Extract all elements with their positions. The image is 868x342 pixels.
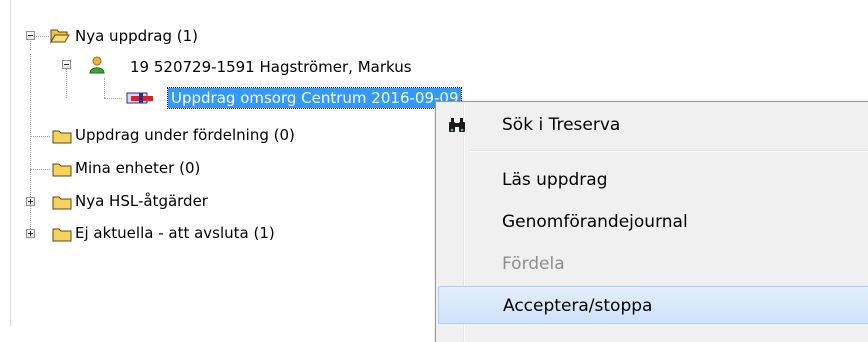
menu-item-fordela: Fördela [438,245,868,283]
menu-item-las-uppdrag[interactable]: Läs uppdrag [438,161,868,199]
tree-connector [30,54,31,233]
folder-icon [52,163,72,177]
menu-separator [470,150,868,152]
open-folder-icon [50,29,70,44]
tree-connector [104,98,122,99]
tree-connector [30,169,50,170]
context-menu: Sök i Treserva Läs uppdrag Genomförandej… [435,101,868,342]
selected-tree-item[interactable]: Uppdrag omsorg Centrum 2016-09-09 [166,87,463,109]
tree-item-label[interactable]: Ej aktuella - att avsluta (1) [75,223,275,243]
folder-icon [52,196,72,210]
menu-item-sok-i-treserva[interactable]: Sök i Treserva [438,106,868,144]
tree-item-label[interactable]: 19 520729-1591 Hagströmer, Markus [130,57,412,77]
tree-item-label[interactable]: Uppdrag under fördelning (0) [75,125,295,145]
tree-item-label[interactable]: Mina enheter (0) [75,158,200,178]
collapse-expander-icon[interactable] [62,60,71,69]
task-card-icon [126,92,153,104]
binoculars-icon [449,118,465,132]
menu-item-label: Genomförandejournal [502,212,688,232]
menu-item-label: Läs uppdrag [502,170,608,190]
menu-item-label: Fördela [502,254,565,274]
expand-expander-icon[interactable] [26,229,35,238]
menu-item-label: Sök i Treserva [502,115,621,135]
tree-connector [66,68,67,98]
tree-connector [30,136,50,137]
folder-icon [52,130,72,144]
tree-connector [36,36,49,37]
menu-item-genomforandejournal[interactable]: Genomförandejournal [438,203,868,241]
expand-expander-icon[interactable] [26,197,35,206]
collapse-expander-icon[interactable] [26,31,35,40]
tree-border [10,0,11,326]
person-icon [89,56,105,74]
tree-connector [104,78,105,98]
folder-icon [52,228,72,242]
menu-item-acceptera-stoppa[interactable]: Acceptera/stoppa [438,286,868,324]
tree-item-label[interactable]: Nya HSL-åtgärder [75,191,208,211]
tree-item-label[interactable]: Nya uppdrag (1) [75,26,198,46]
menu-item-label: Acceptera/stoppa [503,296,653,316]
